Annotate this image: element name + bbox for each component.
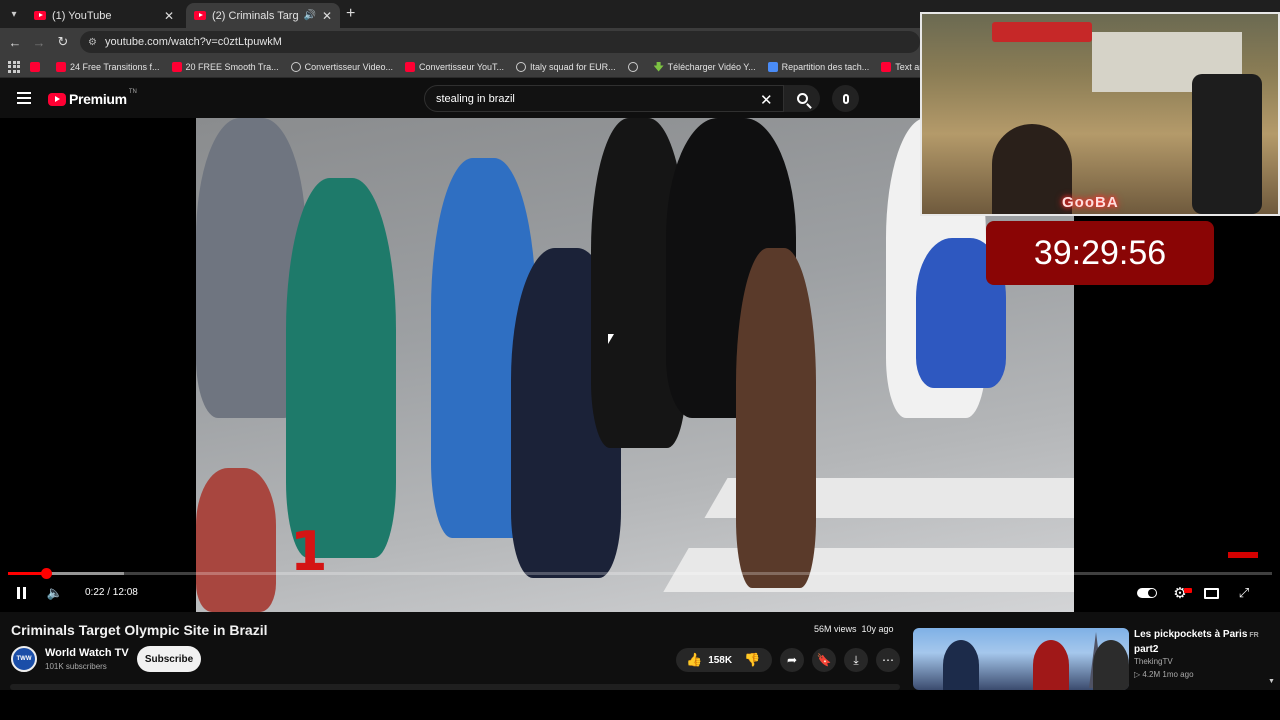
youtube-premium-logo[interactable]: Premium TN	[48, 89, 137, 107]
scroll-down-arrow-icon[interactable]: ▼	[1268, 678, 1275, 685]
pedestrian	[196, 468, 276, 612]
upload-age: 10y ago	[861, 624, 894, 634]
address-bar[interactable]: ⚙ youtube.com/watch?v=c0ztLtpuwkM	[80, 31, 920, 53]
scrubber-handle[interactable]	[41, 568, 53, 579]
menu-hamburger-icon[interactable]	[17, 92, 31, 104]
youtube-icon	[171, 61, 182, 72]
bookmark-item[interactable]: Repartition des tach...	[767, 61, 869, 72]
youtube-favicon-icon	[194, 11, 206, 20]
new-tab-plus-icon[interactable]: +	[346, 5, 355, 23]
bookmark-item[interactable]	[627, 61, 642, 72]
view-count: 56M views	[814, 624, 857, 634]
like-thumb-icon[interactable]: 👍	[686, 652, 702, 668]
youtube-play-logo-icon	[48, 92, 66, 106]
webcam-overlay: GooBA	[920, 12, 1280, 216]
streamer-neon-label: GooBA	[1062, 194, 1119, 211]
logo-text: Premium	[69, 91, 127, 107]
stream-timer: 39:29:56	[986, 221, 1214, 285]
subscribe-watermark[interactable]	[1228, 552, 1258, 558]
channel-avatar[interactable]: TWW	[11, 646, 37, 672]
close-tab-icon[interactable]: ✕	[164, 9, 174, 23]
dislike-thumb-icon[interactable]: 👎	[744, 652, 760, 668]
progress-bar[interactable]	[8, 568, 1272, 579]
tab-audio-icon[interactable]: 🔊	[303, 10, 315, 21]
browser-tab-youtube-home[interactable]: (1) YouTube ✕	[26, 3, 182, 28]
like-count[interactable]: 158K	[708, 655, 732, 666]
document-icon	[767, 61, 778, 72]
autoplay-toggle[interactable]	[1136, 584, 1158, 602]
room-banner	[992, 22, 1092, 42]
clear-search-icon[interactable]: ✕	[760, 91, 773, 109]
youtube-favicon-icon	[34, 11, 46, 20]
recommended-video-thumbnail[interactable]	[913, 628, 1129, 690]
logo-country-code: TN	[128, 89, 137, 95]
gaming-chair	[1192, 74, 1262, 214]
youtube-icon	[404, 61, 415, 72]
page-bottom	[0, 690, 1280, 720]
tab-search-chevron-icon[interactable]: ▾	[6, 6, 22, 22]
microphone-icon	[842, 93, 849, 104]
download-arrow-icon	[653, 61, 664, 72]
site-info-icon[interactable]: ⚙	[88, 37, 97, 48]
bookmark-item[interactable]: Convertisseur YouT...	[404, 61, 504, 72]
bookmark-item[interactable]: Italy squad for EUR...	[516, 61, 616, 72]
recommended-video-title[interactable]: Les pickpockets à Paris FR part2	[1134, 628, 1274, 657]
subscriber-count: 101K subscribers	[45, 662, 107, 671]
youtube-icon	[56, 61, 66, 72]
apps-grid-icon[interactable]	[8, 60, 20, 73]
globe-icon	[516, 61, 527, 72]
share-icon[interactable]: ➦	[780, 648, 804, 672]
hd-badge	[1184, 588, 1192, 593]
subscribe-button[interactable]: Subscribe	[137, 646, 201, 672]
bookmark-item[interactable]: 20 FREE Smooth Tra...	[171, 61, 279, 72]
reload-icon[interactable]: ↻	[54, 33, 72, 51]
thumbnail-figure	[1033, 640, 1069, 690]
crosswalk-stripe	[663, 548, 1074, 592]
voice-search-button[interactable]	[832, 85, 859, 112]
search-icon	[796, 93, 808, 104]
more-options-icon[interactable]: ⋯	[876, 648, 900, 672]
globe-icon	[627, 61, 638, 72]
streamer	[992, 124, 1072, 214]
search-button[interactable]	[784, 85, 820, 112]
fullscreen-icon[interactable]: ⤢	[1235, 584, 1253, 602]
theater-mode-icon[interactable]	[1202, 584, 1220, 602]
language-tag: FR	[1249, 632, 1259, 639]
time-display: 0:22 / 12:08	[85, 587, 138, 598]
url-text: youtube.com/watch?v=c0ztLtpuwkM	[104, 36, 282, 48]
tab-title: (1) YouTube	[52, 9, 112, 22]
search-query-text: stealing in brazil	[436, 92, 515, 105]
youtube-icon	[30, 61, 40, 72]
close-tab-icon[interactable]: ✕	[322, 9, 332, 23]
globe-icon	[290, 61, 301, 72]
pause-icon[interactable]	[14, 584, 28, 602]
search-input[interactable]: stealing in brazil	[424, 85, 784, 112]
toggle-icon	[1137, 588, 1157, 598]
tab-title: (2) Criminals Target Olympic	[212, 9, 299, 22]
browser-tab-current-video[interactable]: (2) Criminals Target Olympic 🔊 ✕	[186, 3, 340, 28]
thumbnail-figure	[943, 640, 979, 690]
channel-name[interactable]: World Watch TV	[45, 647, 129, 659]
bookmark-item[interactable]: 24 Free Transitions f...	[56, 61, 160, 72]
video-title: Criminals Target Olympic Site in Brazil	[11, 622, 268, 638]
bookmark-item[interactable]: Télécharger Vidéo Y...	[653, 61, 756, 72]
youtube-icon	[881, 61, 892, 72]
pedestrian	[286, 178, 396, 558]
save-bookmark-icon[interactable]: 🔖	[812, 648, 836, 672]
theater-box-icon	[1203, 587, 1219, 599]
forward-arrow-icon[interactable]: →	[30, 33, 48, 51]
video-meta: 56M views 10y ago	[814, 624, 894, 634]
bookmark-item[interactable]: Convertisseur Video...	[290, 61, 393, 72]
settings-gear-icon[interactable]: ⚙	[1171, 584, 1189, 602]
volume-icon[interactable]: 🔈	[46, 584, 64, 602]
recommended-meta: ▷ 4.2M 1mo ago	[1134, 670, 1194, 679]
like-dislike-pill: 👍 158K 👎	[676, 648, 772, 672]
bookmark-item[interactable]	[30, 61, 44, 72]
back-arrow-icon[interactable]: ←	[6, 33, 24, 51]
recommended-channel[interactable]: ThekingTV	[1134, 657, 1173, 666]
thumbnail-figure	[1093, 640, 1129, 690]
download-icon[interactable]: ⤓	[844, 648, 868, 672]
mouse-cursor-icon	[608, 334, 614, 344]
pedestrian	[736, 248, 816, 588]
